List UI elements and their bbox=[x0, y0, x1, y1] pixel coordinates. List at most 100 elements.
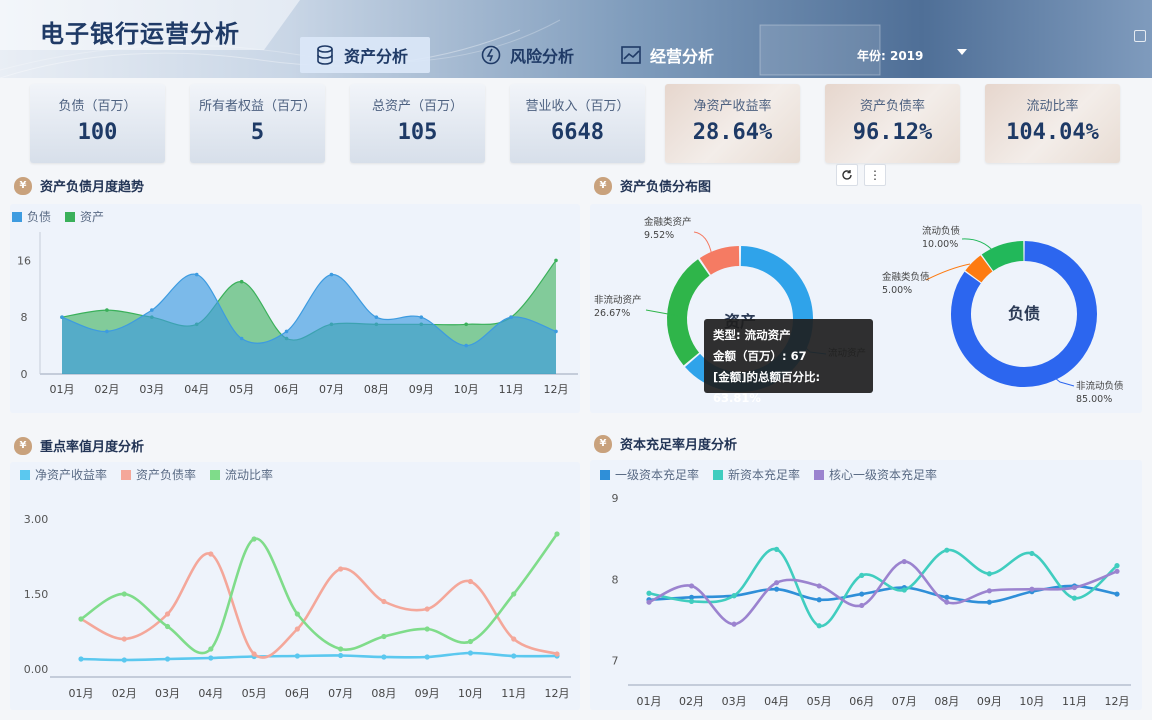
data-point bbox=[329, 272, 334, 277]
data-point bbox=[121, 591, 127, 597]
x-tick-label: 12月 bbox=[545, 687, 570, 700]
tab-business-analysis[interactable]: 经营分析 bbox=[606, 37, 736, 73]
x-tick-label: 10月 bbox=[458, 687, 483, 700]
ratio-chart[interactable]: 0.00 1.50 3.00 01月 02月 03月 04月 05月 06月 07月 08月 09月 1… bbox=[10, 462, 580, 710]
data-point bbox=[374, 315, 379, 319]
data-point bbox=[121, 636, 127, 642]
year-selector-label[interactable]: 年份: 2019 bbox=[857, 47, 923, 64]
data-point bbox=[294, 626, 300, 632]
tooltip-type: 类型: 流动资产 bbox=[713, 328, 791, 342]
ratio-panel: 净资产收益率 资产负债率 流动比率 0.00 1.50 3.00 01月 02月 03月 0… bbox=[10, 462, 580, 710]
data-point bbox=[338, 652, 344, 659]
donut-slice-非流动资产 bbox=[667, 259, 710, 366]
data-point bbox=[731, 621, 737, 627]
x-tick-label: 10月 bbox=[454, 383, 479, 396]
kpi-label: 净资产收益率 bbox=[693, 99, 772, 114]
data-point bbox=[105, 329, 109, 334]
donut-slice-流动负债 bbox=[981, 241, 1024, 272]
series-line-资产负债率 bbox=[80, 552, 558, 659]
kpi-label: 负债（百万） bbox=[58, 99, 137, 114]
database-icon bbox=[314, 44, 336, 66]
data-point bbox=[239, 279, 244, 284]
kpi-value: 100 bbox=[77, 120, 118, 145]
panel-title-capital: 资本充足率月度分析 bbox=[594, 434, 737, 453]
tab-asset-analysis[interactable]: 资产分析 bbox=[300, 37, 430, 73]
data-point bbox=[78, 616, 84, 622]
more-options-button[interactable]: ⋮ bbox=[864, 164, 886, 186]
kpi-label: 资产负债率 bbox=[859, 99, 925, 114]
data-point bbox=[859, 572, 865, 578]
tab-risk-analysis[interactable]: 风险分析 bbox=[466, 37, 596, 73]
donut-slice-金融类资产 bbox=[699, 246, 740, 275]
y-tick-label: 0 bbox=[21, 368, 28, 381]
x-tick-label: 01月 bbox=[637, 695, 662, 708]
kpi-card-roe: 净资产收益率 28.64% bbox=[665, 84, 800, 163]
x-tick-label: 01月 bbox=[50, 383, 75, 396]
kpi-card-total-assets: 总资产（百万） 105 bbox=[350, 84, 485, 163]
x-tick-label: 07月 bbox=[319, 383, 344, 396]
y-tick-label: 8 bbox=[21, 311, 28, 324]
data-point bbox=[105, 308, 109, 312]
data-point bbox=[164, 623, 171, 630]
capital-panel: 一级资本充足率 新资本充足率 核心一级资本充足率 7 8 9 01月 02月 03月 04月… bbox=[590, 460, 1142, 710]
kpi-card-current-ratio: 流动比率 104.04% bbox=[985, 84, 1120, 163]
data-point bbox=[208, 551, 214, 557]
data-point bbox=[859, 602, 865, 609]
money-bag-icon bbox=[594, 434, 612, 453]
data-point bbox=[424, 606, 430, 612]
more-vertical-icon: ⋮ bbox=[869, 168, 881, 182]
x-tick-label: 03月 bbox=[139, 383, 164, 396]
data-point bbox=[554, 329, 558, 334]
x-tick-label: 08月 bbox=[364, 383, 389, 396]
slice-percent-label: 10.00% bbox=[922, 239, 958, 250]
data-point bbox=[986, 571, 992, 577]
data-point bbox=[901, 558, 907, 565]
panel-title-text: 资本充足率月度分析 bbox=[620, 438, 738, 453]
slice-percent-label: 9.52% bbox=[644, 230, 674, 241]
x-tick-label: 07月 bbox=[892, 695, 917, 708]
panel-title-text: 资产负债分布图 bbox=[620, 180, 712, 195]
data-point bbox=[816, 583, 822, 589]
kpi-card-equity: 所有者权益（百万） 5 bbox=[190, 84, 325, 163]
x-tick-label: 04月 bbox=[198, 687, 223, 700]
x-tick-label: 08月 bbox=[371, 687, 396, 700]
x-tick-label: 02月 bbox=[112, 687, 137, 700]
data-point bbox=[731, 593, 737, 599]
panel-title-text: 资产负债月度趋势 bbox=[40, 180, 145, 195]
kpi-card-liabilities: 负债（百万） 100 bbox=[30, 84, 165, 163]
y-tick-label: 3.00 bbox=[24, 513, 49, 526]
x-tick-label: 09月 bbox=[409, 383, 434, 396]
app-title: 电子银行运营分析 bbox=[40, 20, 240, 48]
data-point bbox=[294, 653, 300, 659]
data-point bbox=[251, 536, 257, 542]
data-point bbox=[509, 315, 513, 319]
data-point bbox=[986, 599, 992, 605]
risk-gauge-icon bbox=[480, 44, 502, 66]
data-point bbox=[774, 580, 780, 586]
window-corner-icon[interactable] bbox=[1134, 30, 1146, 42]
x-tick-label: 11月 bbox=[499, 383, 524, 396]
data-point bbox=[1029, 586, 1035, 592]
refresh-icon bbox=[842, 170, 852, 180]
chevron-down-icon[interactable] bbox=[957, 49, 967, 55]
x-tick-label: 07月 bbox=[328, 687, 353, 700]
kpi-value: 96.12% bbox=[852, 120, 933, 145]
data-point bbox=[688, 598, 695, 604]
kpi-card-revenue: 营业收入（百万） 6648 bbox=[510, 84, 645, 163]
data-point bbox=[208, 646, 214, 652]
refresh-button[interactable] bbox=[836, 164, 858, 186]
data-point bbox=[688, 583, 695, 589]
slice-name-label: 流动负债 bbox=[922, 225, 961, 237]
capital-chart[interactable]: 7 8 9 01月 02月 03月 04月 05月 06月 07月 08月 09月 10月 11月 12月 bbox=[590, 460, 1142, 710]
data-point bbox=[338, 646, 344, 652]
x-tick-label: 10月 bbox=[1019, 695, 1044, 708]
trend-chart[interactable]: 0 8 16 01月 02月 03月 04月 05月 06月 07月 08月 09月 10月 11月 12月 bbox=[10, 204, 580, 413]
data-point bbox=[78, 656, 84, 662]
data-point bbox=[1029, 550, 1035, 557]
data-point bbox=[859, 591, 865, 597]
x-tick-label: 02月 bbox=[94, 383, 119, 396]
kpi-value: 6648 bbox=[551, 120, 604, 145]
tab-label: 经营分析 bbox=[650, 47, 715, 66]
kpi-value: 104.04% bbox=[1006, 120, 1099, 145]
data-point bbox=[381, 633, 387, 640]
